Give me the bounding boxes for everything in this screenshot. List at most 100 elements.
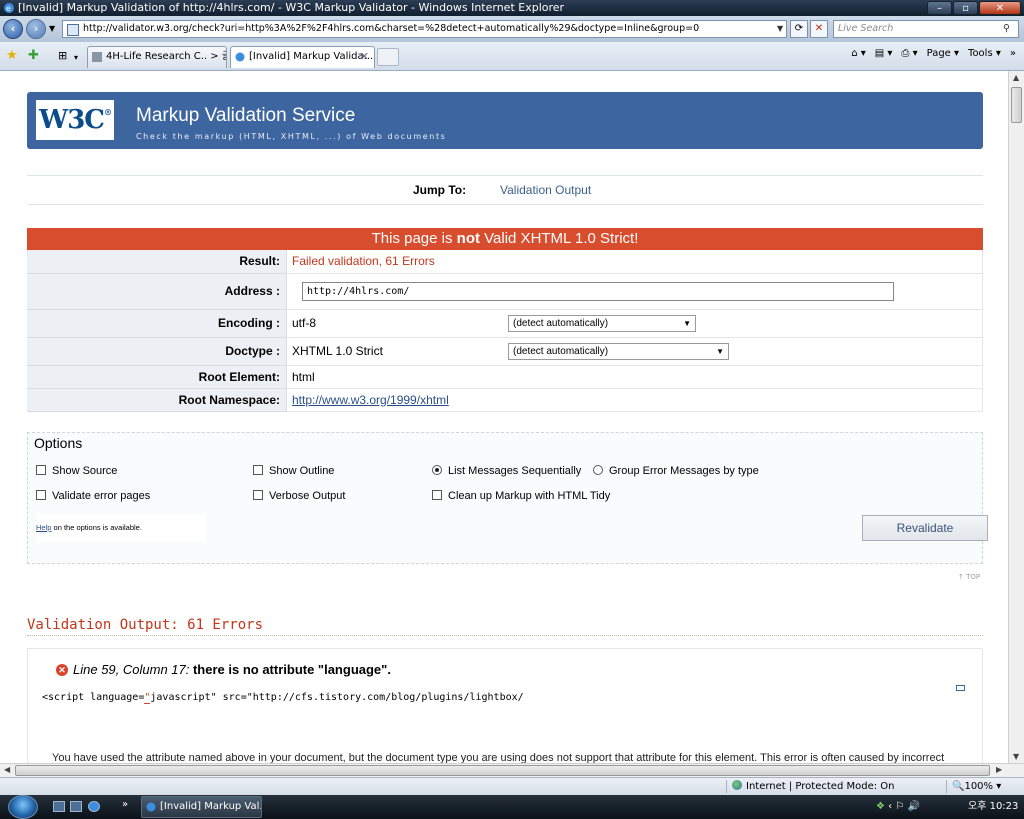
encoding-select[interactable]: (detect automatically) ▼	[508, 314, 696, 332]
tab-list-dropdown-icon[interactable]: ▾	[74, 51, 78, 64]
validate-error-pages-option[interactable]: Validate error pages	[36, 490, 150, 502]
window-title: [Invalid] Markup Validation of http://4h…	[18, 1, 565, 14]
chevron-down-icon: ▼	[683, 318, 691, 328]
scrollbar-thumb[interactable]	[15, 765, 990, 776]
close-tab-icon[interactable]: ✕	[360, 47, 369, 67]
tab-validator[interactable]: [Invalid] Markup Valida... ✕	[230, 46, 375, 68]
address-bar[interactable]: http://validator.w3.org/check?uri=http%3…	[62, 20, 787, 38]
page-viewport: W3C® Markup Validation Service Check the…	[0, 71, 1008, 763]
error-message: ✕ Line 59, Column 17: there is no attrib…	[27, 648, 983, 763]
validate-error-pages-checkbox[interactable]	[36, 490, 46, 500]
chevron-down-icon: ▼	[716, 346, 724, 356]
forward-button[interactable]: ›	[26, 19, 46, 39]
home-icon[interactable]: ⌂ ▾	[851, 48, 866, 59]
scroll-left-icon[interactable]: ◀	[4, 765, 10, 774]
address-dropdown-icon[interactable]: ▼	[777, 24, 783, 33]
add-favorite-icon[interactable]: ✚	[28, 49, 39, 62]
list-sequential-option[interactable]: List Messages Sequentially	[432, 465, 581, 477]
tools-menu[interactable]: Tools ▾	[968, 48, 1001, 59]
status-divider	[946, 780, 947, 793]
favorites-star-icon[interactable]: ★	[6, 49, 18, 62]
clean-up-option[interactable]: Clean up Markup with HTML Tidy	[432, 490, 610, 502]
scroll-up-icon[interactable]: ▲	[1013, 73, 1019, 82]
taskbar-window-button[interactable]: [Invalid] Markup Val...	[141, 796, 262, 818]
maximize-button[interactable]: ▫	[953, 1, 978, 15]
search-input[interactable]: Live Search ⚲	[833, 20, 1019, 38]
scroll-right-icon[interactable]: ▶	[996, 765, 1002, 774]
network-icon[interactable]: ⚐	[895, 801, 904, 812]
taskbar: » [Invalid] Markup Val... ❖ ‹ ⚐ 🔊 오후 10:…	[0, 795, 1024, 819]
navigation-bar: ‹ › ▼ http://validator.w3.org/check?uri=…	[0, 16, 1024, 42]
doctype-select[interactable]: (detect automatically) ▼	[508, 342, 729, 360]
show-outline-option[interactable]: Show Outline	[253, 465, 334, 477]
volume-icon[interactable]: 🔊	[908, 801, 920, 812]
window-title-bar: e [Invalid] Markup Validation of http://…	[0, 0, 1024, 16]
verbose-output-checkbox[interactable]	[253, 490, 263, 500]
options-title: Options	[34, 435, 83, 451]
recent-pages-dropdown-icon[interactable]: ▼	[49, 24, 55, 33]
tab-4h-life[interactable]: 4H-Life Research C.. > 글	[87, 46, 227, 68]
help-note: Help on the options is available.	[36, 514, 206, 542]
page-menu[interactable]: Page ▾	[927, 48, 959, 59]
toolbar-overflow-icon[interactable]: »	[1010, 48, 1016, 59]
tray-overflow-icon[interactable]: ‹	[888, 801, 892, 812]
w3c-logo[interactable]: W3C®	[36, 100, 114, 140]
scroll-down-icon[interactable]: ▼	[1013, 752, 1019, 761]
show-desktop-icon[interactable]	[53, 801, 65, 812]
quick-launch-overflow-icon[interactable]: »	[122, 799, 128, 810]
show-source-option[interactable]: Show Source	[36, 465, 117, 477]
quick-tabs-icon[interactable]: ⊞	[58, 49, 67, 62]
horizontal-scrollbar[interactable]: ◀ ▶	[0, 763, 1024, 777]
search-icon[interactable]: ⚲	[1003, 21, 1010, 37]
print-icon[interactable]: ⎙ ▾	[901, 48, 917, 59]
scrollbar-thumb[interactable]	[1011, 87, 1022, 123]
root-namespace-link[interactable]: http://www.w3.org/1999/xhtml	[292, 393, 449, 407]
tray-app-icon[interactable]: ❖	[876, 801, 885, 812]
address-field[interactable]	[302, 281, 894, 301]
security-zone[interactable]: Internet | Protected Mode: On	[732, 778, 894, 795]
zoom-icon: 🔍	[952, 781, 965, 792]
vertical-scrollbar[interactable]: ▲ ▼	[1008, 71, 1024, 763]
help-link[interactable]: Help	[36, 523, 51, 532]
show-source-checkbox[interactable]	[36, 465, 46, 475]
show-outline-checkbox[interactable]	[253, 465, 263, 475]
w3c-banner: W3C® Markup Validation Service Check the…	[27, 92, 983, 149]
system-tray: ❖ ‹ ⚐ 🔊	[876, 795, 920, 819]
group-by-type-option[interactable]: Group Error Messages by type	[593, 465, 759, 477]
page-icon	[92, 52, 102, 62]
clean-up-checkbox[interactable]	[432, 490, 442, 500]
table-row: Encoding : utf-8 (detect automatically) ▼	[27, 309, 983, 338]
encoding-value: utf-8	[292, 316, 317, 330]
list-sequential-radio[interactable]	[432, 465, 442, 475]
top-link[interactable]: ↑ TOP	[958, 573, 980, 581]
error-heading: Line 59, Column 17: there is no attribut…	[73, 662, 391, 677]
svg-text:e: e	[6, 4, 11, 13]
refresh-icon[interactable]: ⟳	[790, 20, 808, 38]
back-button[interactable]: ‹	[3, 19, 23, 39]
jump-to-label: Jump To:	[413, 183, 467, 197]
options-panel: Options Show Source Show Outline List Me…	[27, 432, 988, 564]
switch-windows-icon[interactable]	[70, 801, 82, 812]
validation-output-link[interactable]: Validation Output	[500, 176, 591, 204]
error-description: You have used the attribute named above …	[52, 752, 945, 763]
internet-explorer-icon[interactable]	[88, 801, 100, 812]
stop-icon[interactable]: ✕	[810, 20, 828, 38]
group-by-type-radio[interactable]	[593, 465, 603, 475]
result-value: Failed validation, 61 Errors	[292, 254, 435, 269]
revalidate-button[interactable]: Revalidate	[862, 515, 988, 541]
table-row: Address :	[27, 273, 983, 310]
tab-bar: ★ ✚ ⊞ ▾ 4H-Life Research C.. > 글 [Invali…	[0, 42, 1024, 71]
new-tab-button[interactable]	[377, 48, 399, 66]
close-button[interactable]: ✕	[979, 1, 1021, 15]
zoom-level[interactable]: 🔍100% ▾	[952, 778, 1001, 795]
encoding-label: Encoding :	[27, 309, 287, 338]
feeds-icon[interactable]: ▤ ▾	[875, 48, 893, 59]
start-button[interactable]	[8, 795, 38, 819]
verbose-output-option[interactable]: Verbose Output	[253, 490, 345, 502]
mail-icon[interactable]	[956, 685, 965, 691]
minimize-button[interactable]: –	[927, 1, 952, 15]
clock[interactable]: 오후 10:23	[968, 795, 1018, 819]
tab-label: [Invalid] Markup Valida...	[249, 51, 374, 62]
internet-explorer-icon	[146, 802, 156, 812]
status-divider	[726, 780, 727, 793]
